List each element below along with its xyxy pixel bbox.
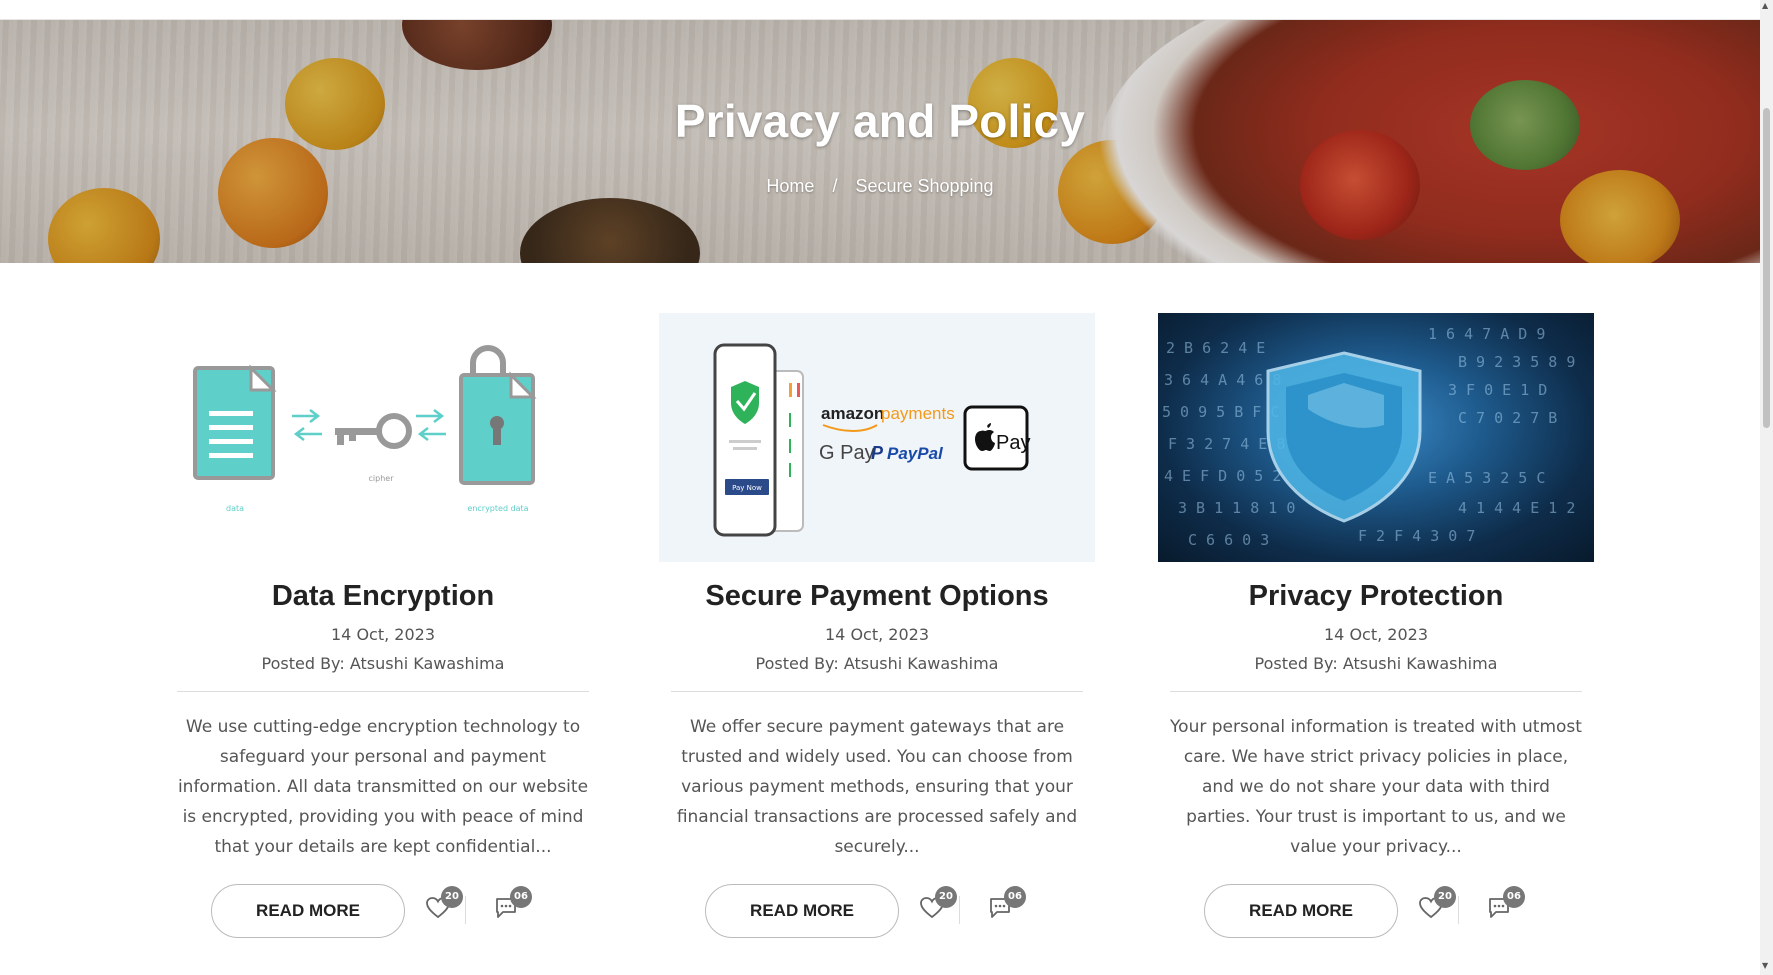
page-title: Privacy and Policy bbox=[674, 95, 1086, 147]
read-more-button[interactable]: READ MORE bbox=[211, 884, 405, 938]
svg-text:5 0 9 5 B F C: 5 0 9 5 B F C bbox=[1162, 403, 1279, 421]
comment-count-badge: 06 bbox=[1503, 886, 1525, 908]
like-button[interactable]: 20 bbox=[915, 886, 957, 926]
card-date: 14 Oct, 2023 bbox=[825, 625, 929, 644]
blog-card-privacy-protection: 2 B 6 2 4 E 3 6 4 A 4 6 8 5 0 9 5 B F C … bbox=[1158, 313, 1594, 944]
svg-text:C 7 0 2 7 B: C 7 0 2 7 B bbox=[1458, 409, 1557, 427]
card-image-payment[interactable]: Pay Now amazon payments G Pay P PayPal P… bbox=[659, 313, 1095, 562]
card-actions: READ MORE 20 06 bbox=[165, 884, 601, 944]
card-image-privacy[interactable]: 2 B 6 2 4 E 3 6 4 A 4 6 8 5 0 9 5 B F C … bbox=[1158, 313, 1594, 562]
card-actions: READ MORE 20 06 bbox=[659, 884, 1095, 944]
card-excerpt: Your personal information is treated wit… bbox=[1170, 717, 1582, 857]
svg-text:4 E F D 0 5 2: 4 E F D 0 5 2 bbox=[1164, 467, 1281, 485]
amazon-payments-label: payments bbox=[881, 404, 955, 423]
actions-divider bbox=[959, 896, 960, 924]
breadcrumb-home-link[interactable]: Home bbox=[766, 176, 814, 196]
card-excerpt: We use cutting-edge encryption technolog… bbox=[177, 717, 589, 857]
like-count-badge: 20 bbox=[441, 886, 463, 908]
actions-divider bbox=[1458, 896, 1459, 924]
diagram-label-encrypted-data: encrypted data bbox=[467, 504, 528, 513]
svg-text:2 B 6 2 4 E: 2 B 6 2 4 E bbox=[1166, 339, 1265, 357]
svg-text:3 F 0 E 1 D: 3 F 0 E 1 D bbox=[1448, 381, 1547, 399]
card-title[interactable]: Secure Payment Options bbox=[659, 580, 1095, 613]
blog-card-secure-payment: Pay Now amazon payments G Pay P PayPal P… bbox=[659, 313, 1095, 944]
card-date: 14 Oct, 2023 bbox=[331, 625, 435, 644]
diagram-label-cipher: cipher bbox=[369, 474, 395, 483]
svg-text:B 9 2 3 5 8 9: B 9 2 3 5 8 9 bbox=[1458, 353, 1575, 371]
card-actions: READ MORE 20 06 bbox=[1158, 884, 1594, 944]
svg-text:3 6 4 A 4 6 8: 3 6 4 A 4 6 8 bbox=[1164, 371, 1281, 389]
card-image-encryption[interactable]: data cipher encrypted data bbox=[165, 313, 601, 562]
svg-text:3 B 1 1 8 1 0: 3 B 1 1 8 1 0 bbox=[1178, 499, 1295, 517]
card-divider bbox=[671, 691, 1083, 692]
card-title[interactable]: Privacy Protection bbox=[1158, 580, 1594, 613]
svg-text:4 1 4 4 E 1 2: 4 1 4 4 E 1 2 bbox=[1458, 499, 1575, 517]
card-author: Posted By: Atsushi Kawashima bbox=[755, 654, 999, 673]
payment-options-illustration: Pay Now amazon payments G Pay P PayPal P… bbox=[713, 343, 1030, 537]
comment-button[interactable]: 06 bbox=[984, 886, 1026, 926]
actions-divider bbox=[465, 896, 466, 924]
card-divider bbox=[1170, 691, 1582, 692]
comment-count-badge: 06 bbox=[1004, 886, 1026, 908]
breadcrumb-separator: / bbox=[832, 176, 838, 196]
blog-card-data-encryption: data cipher encrypted data Data Encrypti… bbox=[165, 313, 601, 944]
card-title[interactable]: Data Encryption bbox=[165, 580, 601, 613]
scroll-down-icon[interactable]: ▼ bbox=[1762, 962, 1768, 970]
like-count-badge: 20 bbox=[1434, 886, 1456, 908]
card-author: Posted By: Atsushi Kawashima bbox=[1254, 654, 1498, 673]
svg-text:1 6 4 7 A D 9: 1 6 4 7 A D 9 bbox=[1428, 325, 1545, 343]
apple-pay-logo-icon: Pay bbox=[996, 432, 1030, 454]
like-button[interactable]: 20 bbox=[1414, 886, 1456, 926]
scrollbar-thumb[interactable] bbox=[1763, 108, 1770, 428]
paypal-logo-icon: P bbox=[871, 443, 884, 463]
paypal-label: PayPal bbox=[887, 444, 944, 463]
read-more-button[interactable]: READ MORE bbox=[705, 884, 899, 938]
comment-button[interactable]: 06 bbox=[1483, 886, 1525, 926]
svg-text:E A 5 3 2 5 C: E A 5 3 2 5 C bbox=[1428, 469, 1545, 487]
like-button[interactable]: 20 bbox=[421, 886, 463, 926]
svg-text:C 6 6 0 3: C 6 6 0 3 bbox=[1188, 531, 1269, 549]
comment-count-badge: 06 bbox=[510, 886, 532, 908]
encryption-diagram-icon: data cipher encrypted data bbox=[193, 345, 537, 513]
like-count-badge: 20 bbox=[935, 886, 957, 908]
breadcrumb: Home / Secure Shopping bbox=[0, 176, 1760, 197]
pay-now-label: Pay Now bbox=[732, 484, 762, 492]
page-scrollbar[interactable]: ▲ ▼ bbox=[1760, 0, 1773, 975]
breadcrumb-current: Secure Shopping bbox=[855, 176, 994, 196]
browser-top-strip bbox=[0, 0, 1773, 20]
google-pay-logo-icon: G Pay bbox=[819, 442, 875, 464]
amazon-logo-icon: amazon bbox=[821, 404, 884, 423]
comment-button[interactable]: 06 bbox=[490, 886, 532, 926]
svg-text:F 2 F 4 3 0 7: F 2 F 4 3 0 7 bbox=[1358, 527, 1475, 545]
read-more-button[interactable]: READ MORE bbox=[1204, 884, 1398, 938]
shield-data-illustration: 2 B 6 2 4 E 3 6 4 A 4 6 8 5 0 9 5 B F C … bbox=[1162, 325, 1575, 549]
card-divider bbox=[177, 691, 589, 692]
scroll-up-icon[interactable]: ▲ bbox=[1762, 2, 1768, 10]
diagram-label-data: data bbox=[226, 504, 244, 513]
card-excerpt: We offer secure payment gateways that ar… bbox=[676, 717, 1078, 857]
card-author: Posted By: Atsushi Kawashima bbox=[261, 654, 505, 673]
card-date: 14 Oct, 2023 bbox=[1324, 625, 1428, 644]
page-hero-banner: Privacy and Policy Home / Secure Shopping bbox=[0, 20, 1760, 263]
